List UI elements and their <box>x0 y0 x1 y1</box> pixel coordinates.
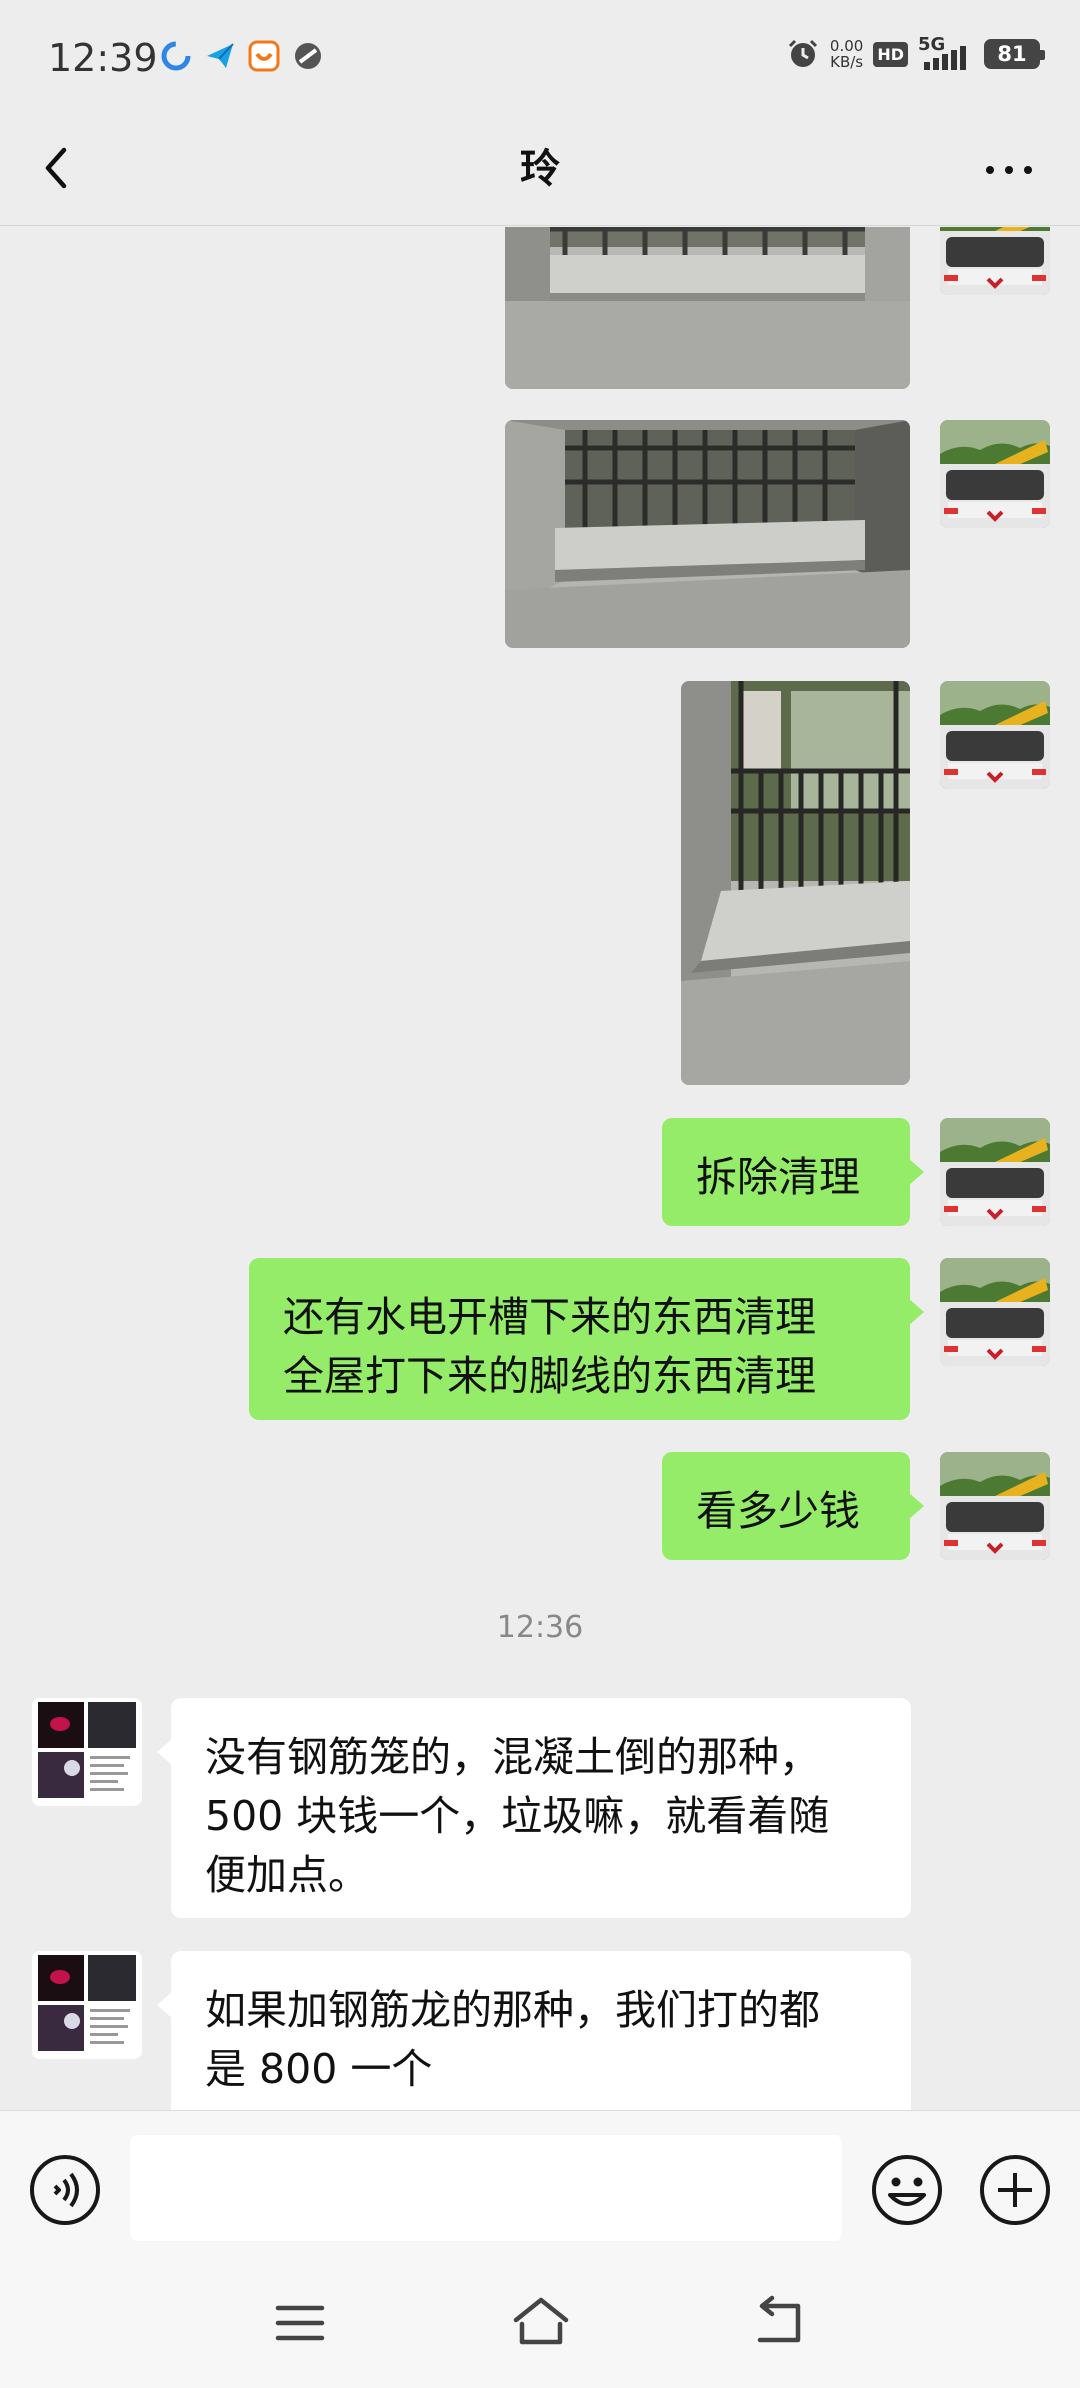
alarm-icon <box>788 39 817 67</box>
menu-icon[interactable] <box>270 2298 330 2348</box>
signal-bars-icon <box>924 46 966 70</box>
net-speed: 0.00 KB/s <box>830 38 863 70</box>
signal-indicator: 5G <box>918 34 974 72</box>
my-avatar[interactable] <box>940 1118 1050 1226</box>
time-separator: 12:36 <box>496 1610 584 1645</box>
message-text-line: 500 块钱一个，垃圾嘛，就看着随 <box>205 1792 830 1840</box>
message-text-line: 如果加钢筋龙的那种，我们打的都 <box>205 1986 820 2034</box>
status-time: 12:39 <box>48 36 158 80</box>
more-icon[interactable] <box>974 150 1044 190</box>
message-photo[interactable] <box>505 227 910 389</box>
contact-avatar[interactable] <box>32 1951 142 2059</box>
voice-icon[interactable] <box>28 2153 102 2227</box>
plus-icon[interactable] <box>978 2153 1052 2227</box>
message-text-line: 便加点。 <box>205 1851 369 1899</box>
input-bar <box>0 2110 1080 2258</box>
message-text-line: 是 800 一个 <box>205 2045 433 2093</box>
emoji-icon[interactable] <box>870 2153 944 2227</box>
net-speed-value: 0.00 <box>829 37 864 55</box>
message-input[interactable] <box>130 2135 842 2241</box>
contact-avatar[interactable] <box>32 1698 142 1806</box>
back-icon[interactable] <box>750 2294 810 2350</box>
message-text: 拆除清理 <box>696 1153 860 1201</box>
message-bubble-other[interactable]: 没有钢筋笼的，混凝土倒的那种， 500 块钱一个，垃圾嘛，就看着随 便加点。 <box>157 1698 911 1918</box>
battery-icon: 81 <box>984 39 1045 69</box>
message-text: 看多少钱 <box>696 1487 860 1535</box>
chat-title: 玲 <box>520 146 560 192</box>
message-bubble-mine[interactable]: 看多少钱 <box>662 1452 924 1560</box>
paper-plane-icon <box>207 43 234 68</box>
net-speed-unit: KB/s <box>830 53 864 71</box>
app-notification-icon <box>161 41 191 71</box>
message-text-line: 没有钢筋笼的，混凝土倒的那种， <box>205 1733 820 1781</box>
my-avatar[interactable] <box>940 1452 1050 1560</box>
system-nav-bar <box>0 2258 1080 2388</box>
message-bubble-mine[interactable]: 还有水电开槽下来的东西清理 全屋打下来的脚线的东西清理 <box>249 1258 924 1420</box>
battery-level: 81 <box>997 42 1027 66</box>
my-avatar[interactable] <box>940 681 1050 789</box>
home-icon[interactable] <box>510 2294 572 2348</box>
my-avatar[interactable] <box>940 227 1050 295</box>
message-list[interactable]: 拆除清理 还有水电开槽下来的东西清理 全屋打下来的脚线的东西清理 看多少钱 12… <box>0 227 1080 2110</box>
message-text-line: 全屋打下来的脚线的东西清理 <box>283 1352 816 1400</box>
link-app-icon <box>295 43 321 69</box>
message-bubble-mine[interactable]: 拆除清理 <box>662 1118 924 1226</box>
status-indicators: 0.00 KB/s HD 5G 81 <box>786 34 1045 72</box>
status-app-icons <box>160 40 324 72</box>
message-photo[interactable] <box>681 681 910 1085</box>
orange-app-icon <box>248 40 280 72</box>
hd-badge: HD <box>873 41 908 67</box>
my-avatar[interactable] <box>940 1258 1050 1366</box>
my-avatar[interactable] <box>940 420 1050 528</box>
chat-header: 玲 <box>0 110 1080 226</box>
message-text-line: 还有水电开槽下来的东西清理 <box>283 1293 816 1341</box>
message-photo[interactable] <box>505 420 910 648</box>
message-bubble-other[interactable]: 如果加钢筋龙的那种，我们打的都 是 800 一个 <box>157 1951 911 2110</box>
status-bar: 12:39 0.00 KB/s HD 5G 81 <box>0 0 1080 110</box>
